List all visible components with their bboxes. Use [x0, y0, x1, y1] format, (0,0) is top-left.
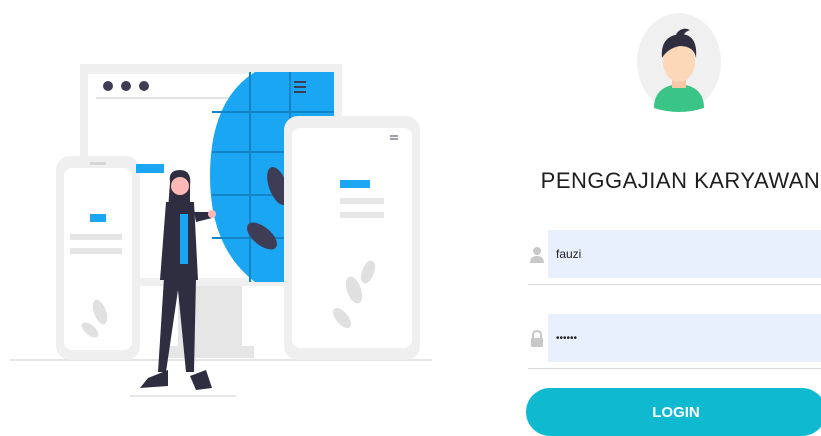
- responsive-design-illustration: [10, 64, 432, 397]
- login-button[interactable]: LOGIN: [526, 388, 821, 436]
- username-input[interactable]: [548, 230, 821, 278]
- password-input[interactable]: [548, 314, 821, 362]
- login-page: PENGGAJIAN KARYAWAN LOGIN: [0, 0, 821, 436]
- username-field: [528, 230, 821, 294]
- username-underline: [528, 284, 821, 285]
- password-field: [528, 314, 821, 378]
- user-avatar: [637, 13, 721, 112]
- lock-icon: [531, 330, 543, 347]
- app-title: PENGGAJIAN KARYAWAN: [540, 168, 821, 193]
- user-icon: [530, 247, 544, 263]
- password-underline: [528, 368, 821, 369]
